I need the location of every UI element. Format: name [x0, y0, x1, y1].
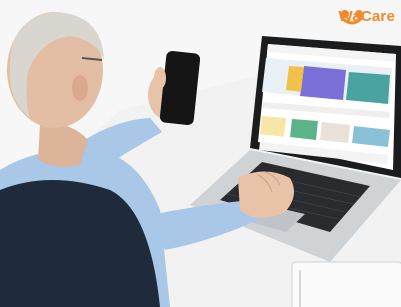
scene-illustration [0, 0, 401, 307]
right-hand [238, 171, 294, 219]
wacare-logo-icon [340, 10, 363, 25]
laptop-screen [258, 44, 396, 170]
photo: WaCare [0, 0, 401, 307]
brand-logo: WaCare [339, 8, 396, 25]
thumb [154, 67, 166, 89]
notebook [291, 261, 401, 307]
ear [72, 75, 88, 101]
